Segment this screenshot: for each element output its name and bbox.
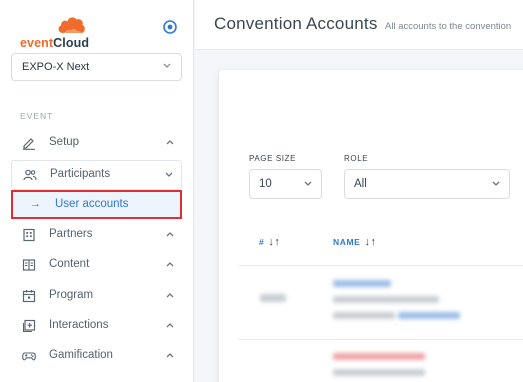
sidebar-item-label: Participants: [50, 168, 111, 180]
chevron-down-icon: [304, 181, 312, 186]
row-name-redacted: [333, 353, 425, 360]
users-icon: [23, 168, 37, 182]
cloud-logo-icon: [58, 17, 85, 33]
chevron-up-icon: [166, 262, 174, 267]
sidebar-item-label: Gamification: [49, 349, 113, 361]
chevron-up-icon: [166, 293, 174, 298]
chevron-up-icon: [166, 232, 174, 237]
sidebar-item-label: Setup: [49, 136, 80, 148]
page-title: Convention Accounts: [214, 14, 378, 33]
sidebar-item-label: Program: [49, 289, 94, 301]
role-select[interactable]: All: [344, 169, 510, 199]
sidebar-item-setup[interactable]: Setup: [11, 130, 182, 156]
book-icon: [22, 258, 36, 272]
accounts-card: [219, 70, 523, 382]
page-size-select[interactable]: 10: [249, 169, 322, 199]
gamepad-icon: [22, 349, 36, 363]
column-header-label: NAME: [333, 237, 361, 247]
calendar-icon: [22, 289, 36, 303]
sort-icon: ↓↑: [364, 236, 377, 248]
arrow-right-icon: →: [30, 198, 41, 210]
event-select-value: EXPO-X Next: [22, 61, 90, 73]
sidebar-item-interactions[interactable]: Interactions: [11, 313, 182, 339]
row-name-redacted: [333, 280, 391, 287]
sidebar-toggle-icon[interactable]: [162, 19, 178, 35]
chevron-down-icon: [492, 181, 500, 186]
table-divider: [238, 339, 523, 340]
brand-name: eventCloud: [20, 36, 90, 50]
sidebar-subitem-user-accounts[interactable]: → User accounts: [11, 190, 182, 219]
chevron-up-icon: [166, 353, 174, 358]
row-email-redacted: [333, 296, 439, 303]
sidebar-item-label: Interactions: [49, 319, 109, 331]
row-company-redacted: [333, 312, 395, 319]
chevron-up-icon: [166, 323, 174, 328]
page-header: Convention Accounts All accounts to the …: [195, 0, 523, 50]
app-window: eventCloud EXPO-X Next EVENT Setup Parti…: [0, 0, 523, 382]
column-header-label: #: [259, 237, 265, 247]
chevron-up-icon: [166, 140, 174, 145]
sidebar: eventCloud EXPO-X Next EVENT Setup Parti…: [0, 0, 194, 382]
sidebar-item-label: Partners: [49, 228, 93, 240]
section-label-event: EVENT: [20, 111, 54, 121]
sidebar-item-participants[interactable]: Participants: [11, 160, 182, 190]
sidebar-item-label: Content: [49, 258, 90, 270]
plus-square-icon: [22, 319, 36, 333]
column-header-name[interactable]: NAME ↓↑: [333, 236, 377, 248]
sidebar-subitem-label: User accounts: [55, 198, 129, 210]
chevron-down-icon: [163, 63, 171, 68]
event-select[interactable]: EXPO-X Next: [11, 53, 182, 81]
pencil-icon: [22, 136, 36, 150]
row-email-redacted: [333, 369, 425, 376]
table-divider: [238, 265, 523, 266]
brand-logo[interactable]: eventCloud: [20, 14, 120, 50]
role-label: ROLE: [344, 154, 369, 163]
sidebar-item-content[interactable]: Content: [11, 252, 182, 278]
page-size-value: 10: [259, 178, 272, 190]
sidebar-item-program[interactable]: Program: [11, 283, 182, 309]
sidebar-item-partners[interactable]: Partners: [11, 222, 182, 248]
page-subtitle: All accounts to the convention: [385, 21, 512, 32]
sort-icon: ↓↑: [268, 236, 281, 248]
role-value: All: [354, 178, 367, 190]
row-index-redacted: [260, 294, 286, 302]
building-icon: [22, 228, 36, 242]
sidebar-item-gamification[interactable]: Gamification: [11, 343, 182, 369]
column-header-index[interactable]: # ↓↑: [259, 236, 281, 248]
row-link-redacted: [398, 312, 460, 319]
page-size-label: PAGE SIZE: [249, 154, 297, 163]
chevron-down-icon: [165, 172, 173, 177]
